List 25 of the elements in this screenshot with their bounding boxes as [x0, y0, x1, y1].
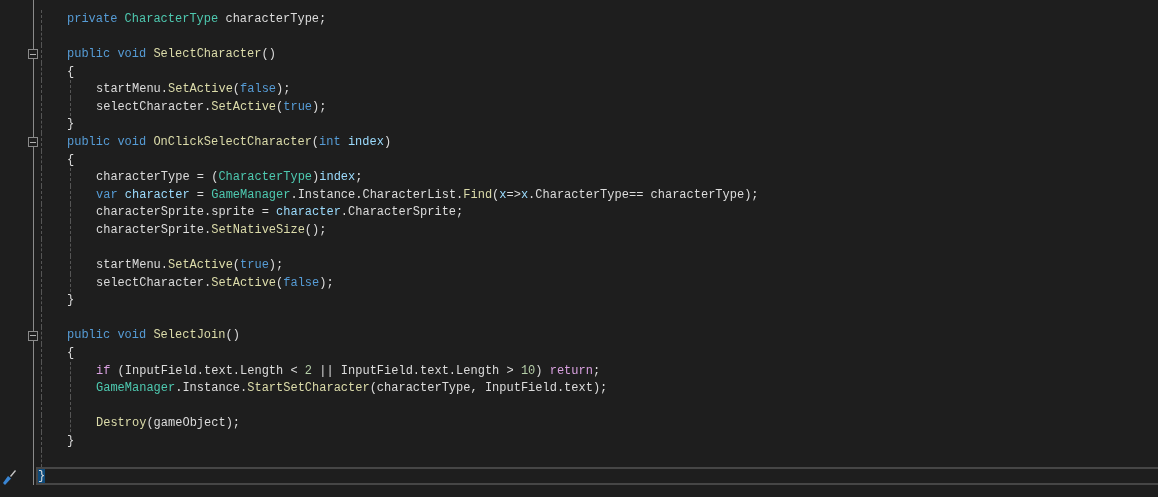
code-line: GameManager.Instance.StartSetCharacter(characterType, InputField.text); — [96, 380, 608, 397]
code-line: startMenu.SetActive(false); — [96, 81, 291, 98]
code-line: startMenu.SetActive(true); — [96, 257, 284, 274]
code-line: characterSprite.sprite = character.CharacterSprite; — [96, 204, 464, 221]
code-line: { — [67, 63, 75, 80]
code-line: } — [67, 292, 75, 309]
fold-toggle[interactable] — [28, 330, 38, 341]
code-line: characterType = (CharacterType)index; — [96, 169, 363, 186]
code-line: { — [67, 151, 75, 168]
code-line: characterSprite.SetNativeSize(); — [96, 221, 327, 238]
code-line: { — [67, 345, 75, 362]
code-line: var character = GameManager.Instance.CharacterList.Find(x=>x.CharacterType== characterType); — [96, 186, 759, 203]
code-line: public void SelectCharacter() — [67, 46, 276, 62]
code-line: selectCharacter.SetActive(false); — [96, 274, 334, 291]
code-line: public void SelectJoin() — [67, 327, 240, 344]
code-line: } — [67, 116, 75, 133]
screwdriver-icon[interactable] — [1, 468, 17, 486]
code-line: private CharacterType characterType; — [67, 10, 327, 27]
fold-toggle[interactable] — [28, 49, 38, 60]
code-line: if (InputField.text.Length < 2 || InputField.text.Length > 10) return; — [96, 362, 601, 379]
code-line: selectCharacter.SetActive(true); — [96, 98, 327, 115]
code-line: Destroy(gameObject); — [96, 415, 241, 432]
code-line: } — [67, 433, 75, 450]
code-line: public void OnClickSelectCharacter(int index) — [67, 133, 392, 150]
fold-toggle[interactable] — [28, 137, 38, 148]
